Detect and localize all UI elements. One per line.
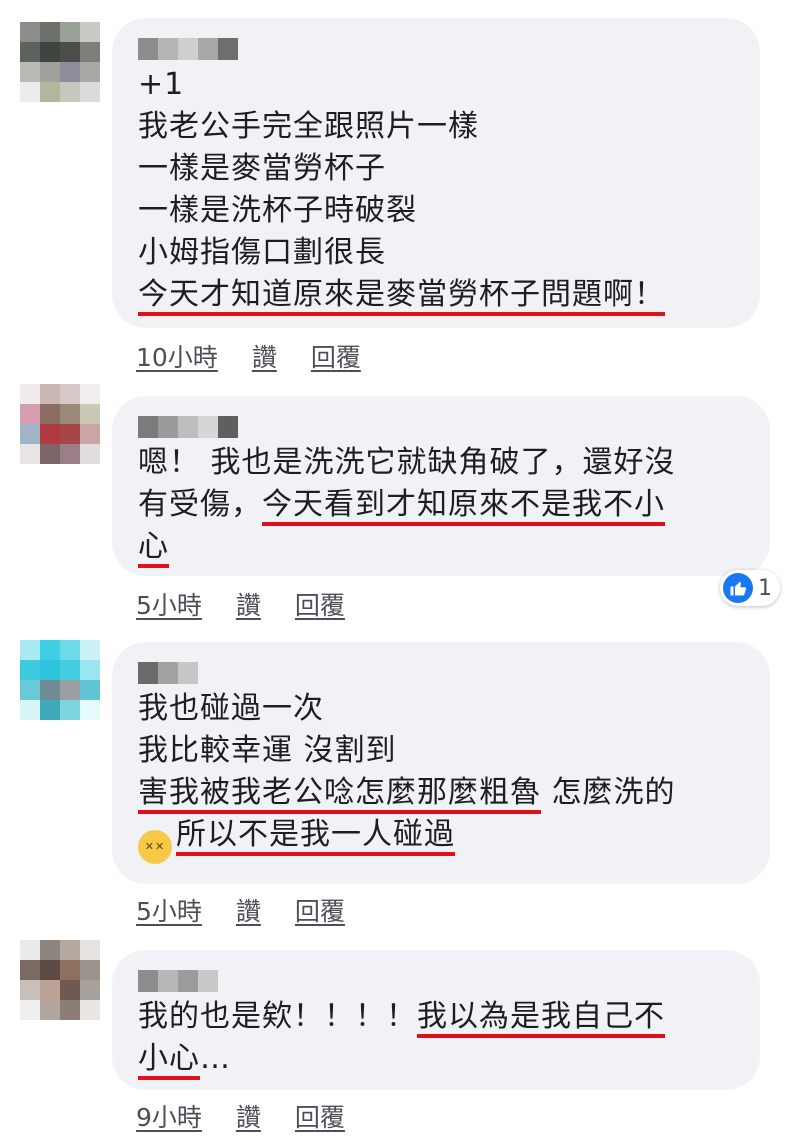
- timestamp-link[interactable]: 5小時: [136, 586, 202, 622]
- comment-line: 我老公手完全跟照片一樣: [138, 106, 736, 148]
- underlined-text: 所以不是我一人碰過: [176, 817, 455, 856]
- underlined-text: 今天才知道原來是麥當勞杯子問題啊！: [138, 277, 665, 316]
- reply-button[interactable]: 回覆: [311, 338, 361, 374]
- comment-text-segment: 我也碰過一次: [138, 691, 324, 726]
- avatar[interactable]: [20, 940, 100, 1020]
- comment-line: +1: [138, 64, 736, 106]
- comment-bubble: +1 我老公手完全跟照片一樣 一樣是麥當勞杯子 一樣是洗杯子時破裂 小姆指傷口劃很長今天…: [112, 18, 760, 328]
- timestamp-link[interactable]: 5小時: [136, 892, 202, 928]
- commenter-name-blurred[interactable]: [138, 662, 746, 684]
- comment-line: 心: [138, 526, 746, 568]
- comment-text-segment: 嗯！ 我也是洗洗它就缺角破了，還好沒: [138, 445, 676, 480]
- like-button[interactable]: 讚: [236, 586, 261, 622]
- comment-text-segment: 一樣是麥當勞杯子: [138, 151, 386, 186]
- comment-line: 小姆指傷口劃很長: [138, 232, 736, 274]
- comment-text-segment: 有受傷，: [138, 487, 262, 522]
- comment-bubble: 我的也是欸！！！！我以為是我自己不 小心…: [112, 950, 760, 1090]
- reply-button[interactable]: 回覆: [295, 586, 345, 622]
- comment-actions: 5小時 讚 回覆: [136, 892, 345, 928]
- comment-line: 我也碰過一次: [138, 688, 746, 730]
- comment-line: 一樣是麥當勞杯子: [138, 148, 736, 190]
- comment-line: 一樣是洗杯子時破裂: [138, 190, 736, 232]
- comment-line: 嗯！ 我也是洗洗它就缺角破了，還好沒: [138, 442, 746, 484]
- comment-line: 有受傷，今天看到才知原來不是我不小: [138, 484, 746, 526]
- comment-line: 害我被我老公唸怎麼那麼粗魯 怎麼洗的: [138, 772, 746, 814]
- avatar[interactable]: [20, 384, 100, 464]
- comment-bubble: 我也碰過一次 我比較幸運 沒割到 害我被我老公唸怎麼那麼粗魯 怎麼洗的 ✕✕ 所以不是我…: [112, 642, 770, 884]
- comment-line: 今天才知道原來是麥當勞杯子問題啊！: [138, 274, 736, 316]
- dizzy-face-emoji-icon: ✕✕: [138, 830, 172, 864]
- reply-button[interactable]: 回覆: [295, 892, 345, 928]
- reaction-count: 1: [758, 575, 772, 601]
- commenter-name-blurred[interactable]: [138, 416, 746, 438]
- commenter-name-blurred[interactable]: [138, 970, 736, 992]
- comment-text-segment: …: [200, 1041, 231, 1076]
- comment-text-segment: 我的也是欸！！！！: [138, 999, 417, 1034]
- comment-text-segment: 我老公手完全跟照片一樣: [138, 109, 479, 144]
- thumbs-up-icon: [723, 573, 753, 603]
- like-button[interactable]: 讚: [236, 892, 261, 928]
- underlined-text: 害我被我老公唸怎麼那麼粗魯: [138, 775, 541, 814]
- comment-text: 嗯！ 我也是洗洗它就缺角破了，還好沒 有受傷，今天看到才知原來不是我不小心: [138, 442, 746, 568]
- timestamp-link[interactable]: 9小時: [136, 1098, 202, 1134]
- comment-line: 我比較幸運 沒割到: [138, 730, 746, 772]
- comment-line: 小心…: [138, 1038, 736, 1080]
- comment-actions: 5小時 讚 回覆: [136, 586, 345, 622]
- underlined-text: 今天看到才知原來不是我不小: [262, 487, 665, 526]
- comment-text: 我也碰過一次 我比較幸運 沒割到 害我被我老公唸怎麼那麼粗魯 怎麼洗的 ✕✕ 所以不是我…: [138, 688, 746, 864]
- like-button[interactable]: 讚: [236, 1098, 261, 1134]
- underlined-text: 我以為是我自己不: [417, 999, 665, 1038]
- comment-line: 我的也是欸！！！！我以為是我自己不: [138, 996, 736, 1038]
- avatar[interactable]: [20, 22, 100, 102]
- underlined-text: 心: [138, 529, 169, 568]
- commenter-name-blurred[interactable]: [138, 38, 736, 60]
- comment-bubble: 嗯！ 我也是洗洗它就缺角破了，還好沒 有受傷，今天看到才知原來不是我不小心: [112, 396, 770, 576]
- comment-actions: 10小時 讚 回覆: [136, 338, 361, 374]
- comment-text: +1 我老公手完全跟照片一樣 一樣是麥當勞杯子 一樣是洗杯子時破裂 小姆指傷口劃很長今天…: [138, 64, 736, 316]
- comment-text-segment: 怎麼洗的: [541, 775, 676, 810]
- comment-text: 我的也是欸！！！！我以為是我自己不 小心…: [138, 996, 736, 1080]
- comment-text-segment: +1: [138, 67, 185, 102]
- underlined-text: 小心: [138, 1041, 200, 1080]
- comment-actions: 9小時 讚 回覆: [136, 1098, 345, 1134]
- comment-line: ✕✕ 所以不是我一人碰過: [138, 814, 746, 864]
- reaction-count-badge[interactable]: 1: [720, 570, 780, 606]
- like-button[interactable]: 讚: [252, 338, 277, 374]
- avatar[interactable]: [20, 640, 100, 720]
- comment-text-segment: 小姆指傷口劃很長: [138, 235, 386, 270]
- timestamp-link[interactable]: 10小時: [136, 338, 218, 374]
- comment-text-segment: 一樣是洗杯子時破裂: [138, 193, 417, 228]
- comment-text-segment: 我比較幸運 沒割到: [138, 733, 397, 768]
- reply-button[interactable]: 回覆: [295, 1098, 345, 1134]
